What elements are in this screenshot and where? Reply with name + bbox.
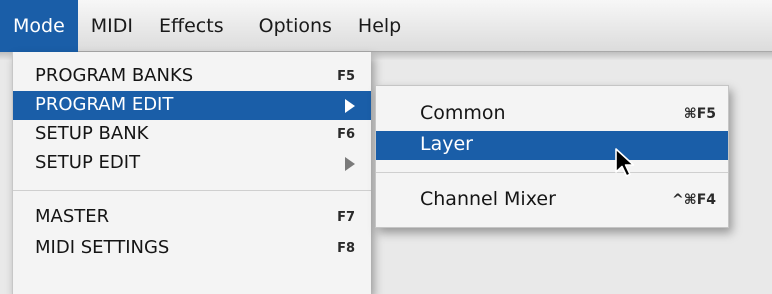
menu-bar: Mode MIDI Effects Options Help <box>0 0 772 52</box>
shortcut-label: F7 <box>337 210 355 225</box>
menu-item-master[interactable]: MASTER F7 <box>13 203 371 232</box>
submenu-item-common[interactable]: Common ⌘F5 <box>376 100 728 129</box>
menu-item-setup-bank[interactable]: SETUP BANK F6 <box>13 120 371 149</box>
menu-effects[interactable]: Effects <box>146 0 237 52</box>
menu-help[interactable]: Help <box>345 0 414 52</box>
shortcut-label: F5 <box>337 69 355 84</box>
menu-item-label: SETUP BANK <box>35 123 149 144</box>
shortcut-label: F8 <box>337 241 355 256</box>
menu-item-label: SETUP EDIT <box>35 152 141 173</box>
menu-item-program-edit[interactable]: PROGRAM EDIT <box>13 91 371 120</box>
menu-mode[interactable]: Mode <box>0 0 78 52</box>
menu-item-midi-settings[interactable]: MIDI SETTINGS F8 <box>13 234 371 263</box>
shortcut-label: F6 <box>337 127 355 142</box>
mode-dropdown-menu: PROGRAM BANKS F5 PROGRAM EDIT SETUP BANK… <box>12 52 371 294</box>
menu-item-label: Channel Mixer <box>420 188 556 210</box>
menu-item-label: PROGRAM EDIT <box>35 94 174 115</box>
menu-item-setup-edit[interactable]: SETUP EDIT <box>13 149 371 178</box>
menu-separator <box>376 172 728 173</box>
menu-item-label: MIDI SETTINGS <box>35 237 170 258</box>
shortcut-label: ⌘F5 <box>683 106 716 122</box>
arrow-pointer-icon <box>615 148 635 177</box>
menu-midi[interactable]: MIDI <box>78 0 146 52</box>
menu-item-program-banks[interactable]: PROGRAM BANKS F5 <box>13 62 371 91</box>
shortcut-label: ^⌘F4 <box>671 192 716 208</box>
submenu-arrow-icon <box>345 157 355 171</box>
menu-item-label: MASTER <box>35 206 110 227</box>
submenu-arrow-icon <box>345 99 355 113</box>
program-edit-submenu: Common ⌘F5 Layer Channel Mixer ^⌘F4 <box>375 85 729 228</box>
submenu-item-layer[interactable]: Layer <box>376 131 728 160</box>
menu-item-label: PROGRAM BANKS <box>35 65 194 86</box>
menu-item-label: Common <box>420 102 506 124</box>
submenu-item-channel-mixer[interactable]: Channel Mixer ^⌘F4 <box>376 186 728 215</box>
menu-item-label: Layer <box>420 133 473 155</box>
menu-separator <box>13 190 371 191</box>
menu-options[interactable]: Options <box>237 0 345 52</box>
